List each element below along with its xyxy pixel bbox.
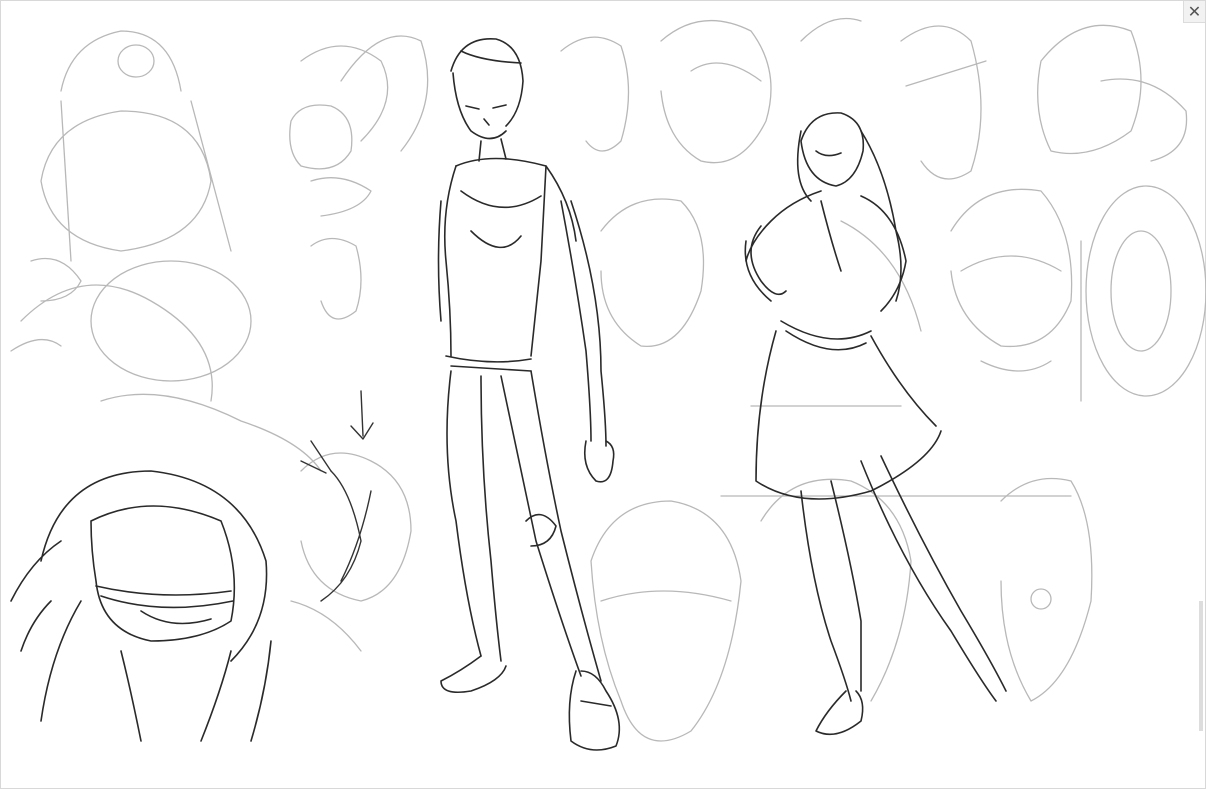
close-button[interactable]: ✕ bbox=[1183, 1, 1205, 23]
image-viewer: ✕ bbox=[0, 0, 1206, 789]
sketch-image bbox=[1, 1, 1206, 789]
close-icon: ✕ bbox=[1187, 1, 1202, 21]
light-construction-lines bbox=[10, 17, 1206, 742]
vertical-scrollbar[interactable] bbox=[1199, 601, 1203, 731]
character-sketch-sheet bbox=[10, 17, 1206, 751]
female-figure-sketch bbox=[744, 112, 1007, 736]
scrollbar-thumb[interactable] bbox=[1199, 601, 1203, 731]
helmet-figure-sketch bbox=[10, 470, 272, 742]
male-figure-sketch bbox=[437, 38, 621, 751]
